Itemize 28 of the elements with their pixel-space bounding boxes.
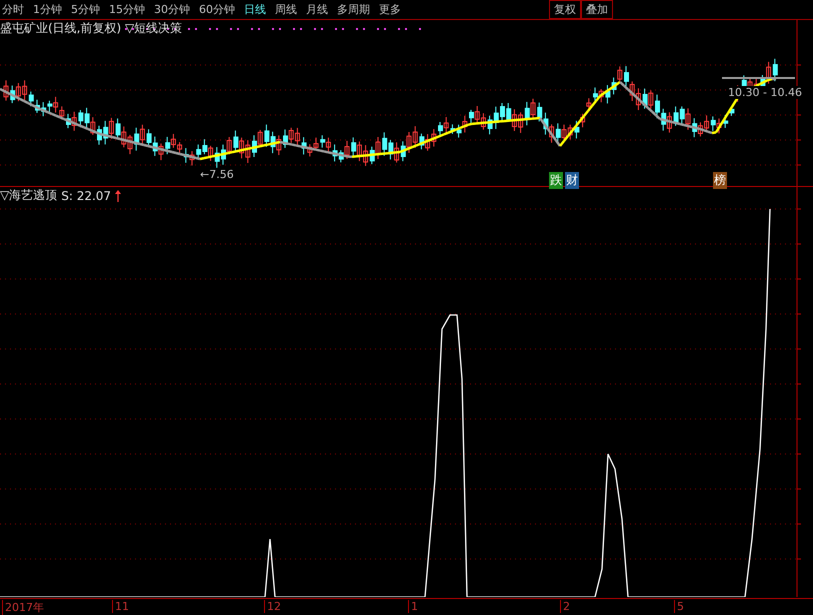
chart-title: 盛屯矿业(日线,前复权) ▽短线决策 [0, 20, 182, 37]
period-tab[interactable]: 月线 [306, 2, 328, 17]
axis-label: 12 [264, 600, 281, 613]
indicator-name[interactable]: ▽海艺逃顶 [0, 187, 58, 204]
period-tab[interactable]: 15分钟 [109, 2, 145, 17]
period-tab[interactable]: 分时 [2, 2, 24, 17]
toolbar-button[interactable]: 复权 [549, 0, 581, 19]
toolbar-button[interactable]: 叠加 [581, 0, 613, 19]
event-tag[interactable]: 财 [565, 172, 579, 189]
period-tab[interactable]: 更多 [379, 2, 401, 17]
period-tab[interactable]: 日线 [244, 2, 266, 17]
up-arrow-icon [115, 190, 122, 202]
axis-label: 1 [408, 600, 418, 613]
indicator-reading: S: 22.07 [61, 188, 112, 202]
axis-label: 2017年 [2, 600, 44, 615]
period-tab[interactable]: 多周期 [337, 2, 370, 17]
event-tag[interactable]: 跌 [549, 172, 563, 189]
axis-label: 5 [674, 600, 684, 613]
period-tab[interactable]: 1分钟 [33, 2, 62, 17]
axis-label: 11 [112, 600, 129, 613]
low-price-label: ←7.56 [200, 168, 234, 181]
event-tag[interactable]: 榜 [713, 172, 727, 189]
period-tab[interactable]: 30分钟 [154, 2, 190, 17]
period-tab[interactable]: 60分钟 [199, 2, 235, 17]
price-range-label: 10.30 - 10.46 [728, 86, 802, 99]
period-tab[interactable]: 周线 [275, 2, 297, 17]
period-tab[interactable]: 5分钟 [71, 2, 100, 17]
axis-label: 2 [560, 600, 570, 613]
